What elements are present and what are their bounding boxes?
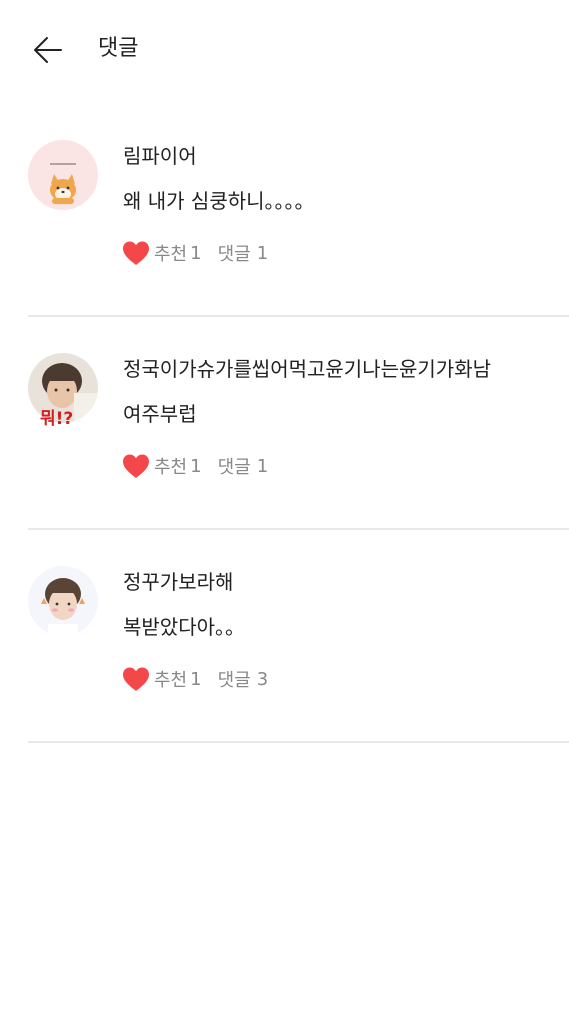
back-button[interactable] bbox=[28, 30, 68, 70]
comment-username[interactable]: 림파이어 bbox=[123, 142, 197, 170]
heart-icon bbox=[123, 667, 149, 691]
arrow-left-icon bbox=[34, 37, 62, 63]
header: 댓글 bbox=[0, 0, 569, 100]
comment-text: 왜 내가 심쿵하니。。。。 bbox=[123, 189, 315, 213]
comment-item: 뭐!? 정국이가슈가를씹어먹고윤기나는윤기가화남 여주부럽 추천 1 댓글 1 bbox=[0, 317, 569, 530]
like-button[interactable]: 추천 1 bbox=[122, 240, 202, 266]
like-label: 추천 bbox=[154, 670, 188, 691]
reply-count: 1 bbox=[256, 455, 269, 477]
avatar-caption: 뭐!? bbox=[40, 409, 74, 429]
page-title: 댓글 bbox=[98, 36, 139, 61]
like-count: 1 bbox=[190, 242, 202, 264]
reply-count: 1 bbox=[256, 242, 269, 264]
comment-text: 복받았다아。。 bbox=[123, 615, 245, 639]
comment-item: 정꾸가보라해 복받았다아。。 추천 1 댓글 3 bbox=[0, 530, 569, 743]
comment-list: 림파이어 왜 내가 심쿵하니。。。。 추천 1 댓글 1 뭐!? 정국이가슈가를… bbox=[0, 104, 569, 743]
like-label: 추천 bbox=[154, 244, 188, 265]
avatar[interactable] bbox=[28, 140, 98, 210]
reply-button[interactable]: 댓글 1 bbox=[218, 240, 269, 266]
comment-username[interactable]: 정국이가슈가를씹어먹고윤기나는윤기가화남 bbox=[123, 355, 491, 383]
comment-item: 림파이어 왜 내가 심쿵하니。。。。 추천 1 댓글 1 bbox=[0, 104, 569, 317]
like-button[interactable]: 추천 1 bbox=[122, 453, 202, 479]
comment-username[interactable]: 정꾸가보라해 bbox=[123, 568, 233, 596]
like-count: 1 bbox=[190, 668, 202, 690]
avatar[interactable] bbox=[28, 566, 98, 636]
reply-label: 댓글 bbox=[217, 670, 251, 691]
comment-actions: 추천 1 댓글 1 bbox=[122, 239, 268, 267]
reply-button[interactable]: 댓글 3 bbox=[218, 666, 269, 692]
like-count: 1 bbox=[190, 455, 202, 477]
reply-button[interactable]: 댓글 1 bbox=[218, 453, 269, 479]
reply-count: 3 bbox=[256, 668, 269, 690]
heart-icon bbox=[123, 454, 149, 478]
reply-label: 댓글 bbox=[217, 457, 251, 478]
divider bbox=[28, 741, 569, 743]
avatar-person-icon bbox=[28, 566, 98, 636]
comment-actions: 추천 1 댓글 1 bbox=[122, 452, 268, 480]
heart-icon bbox=[123, 241, 149, 265]
comment-text: 여주부럽 bbox=[123, 402, 197, 426]
reply-label: 댓글 bbox=[217, 244, 251, 265]
comment-actions: 추천 1 댓글 3 bbox=[122, 665, 268, 693]
like-label: 추천 bbox=[154, 457, 188, 478]
like-button[interactable]: 추천 1 bbox=[122, 666, 202, 692]
avatar-shiba-icon bbox=[28, 140, 98, 210]
